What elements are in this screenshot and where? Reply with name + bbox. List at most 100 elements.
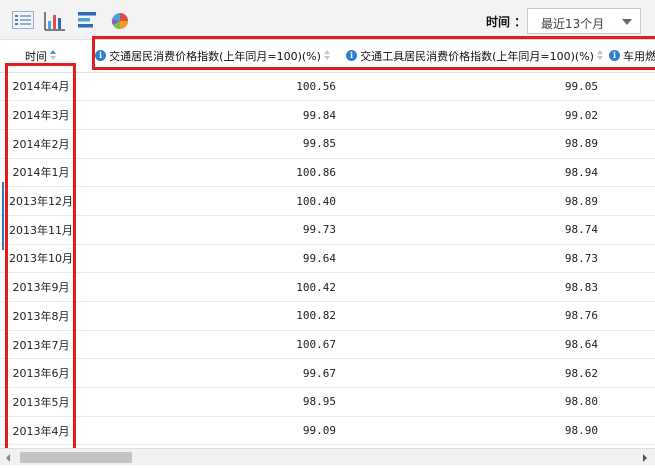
sort-icon[interactable] [596, 50, 604, 61]
column-header-content: i 交通工具居民消费价格指数(上年同月=100)(%) [344, 48, 606, 64]
left-edge-marker [2, 182, 4, 250]
value-cell: 100.86 [82, 158, 344, 188]
table-row[interactable]: 2013年9月 100.42 98.83 [0, 272, 655, 302]
table-row[interactable]: 2013年4月 99.09 98.90 [0, 416, 655, 446]
horizontal-scrollbar[interactable] [0, 448, 655, 465]
value-cell: 100.82 [82, 301, 344, 331]
value-cell: 98.89 [344, 186, 606, 216]
time-filter-label: 时间 ： [486, 15, 527, 29]
info-icon[interactable]: i [95, 50, 107, 62]
date-cell: 2014年1月 [0, 158, 82, 188]
scroll-left-arrow-icon[interactable] [6, 454, 10, 462]
value-cell [606, 72, 655, 102]
value-cell: 98.74 [344, 215, 606, 245]
column-header-3[interactable]: i车用燃料 [606, 40, 655, 73]
table-row[interactable]: 2013年11月 99.73 98.74 [0, 215, 655, 245]
value-cell: 100.42 [82, 272, 344, 302]
date-cell: 2013年10月 [0, 244, 82, 274]
table-row[interactable]: 2013年7月 100.67 98.64 [0, 330, 655, 360]
value-cell: 99.64 [82, 244, 344, 274]
value-cell: 99.05 [344, 72, 606, 102]
info-icon[interactable]: i [609, 50, 620, 62]
value-cell: 98.64 [344, 330, 606, 360]
column-header-content: i 交通居民消费价格指数(上年同月=100)(%) [82, 48, 344, 64]
sort-icon[interactable] [50, 50, 57, 61]
value-cell [606, 301, 655, 331]
value-cell: 99.67 [82, 358, 344, 389]
value-cell [606, 416, 655, 446]
date-cell: 2014年3月 [0, 100, 82, 130]
value-cell [606, 158, 655, 188]
date-cell: 2013年9月 [0, 272, 82, 302]
table-row[interactable]: 2013年5月 98.95 98.80 [0, 387, 655, 417]
column-header-label: 交通工具居民消费价格指数(上年同月=100)(%) [360, 49, 594, 63]
value-cell [606, 129, 655, 159]
table-header-row: 时间 i 交通居民消费价格指数(上年同月=100)(%) i 交通工具居民消费价格指数(… [0, 40, 655, 73]
value-cell: 100.40 [82, 186, 344, 216]
table-row[interactable]: 2014年2月 99.85 98.89 [0, 129, 655, 159]
chevron-down-icon[interactable] [622, 19, 632, 25]
data-table: 时间 i 交通居民消费价格指数(上年同月=100)(%) i 交通工具居民消费价格指数(… [0, 40, 655, 446]
value-cell: 98.90 [344, 416, 606, 446]
date-cell: 2013年12月 [0, 186, 82, 216]
column-header-1[interactable]: i 交通居民消费价格指数(上年同月=100)(%) [82, 40, 344, 73]
scrollbar-thumb[interactable] [20, 452, 132, 463]
time-range-value: 最近13个月 [541, 17, 605, 31]
value-cell: 98.95 [82, 387, 344, 417]
table-row[interactable]: 2013年8月 100.82 98.76 [0, 301, 655, 331]
sort-icon[interactable] [323, 50, 331, 61]
column-header-label: 车用燃料 [623, 49, 655, 63]
value-cell [606, 215, 655, 245]
value-cell: 99.02 [344, 100, 606, 130]
value-cell [606, 272, 655, 302]
value-cell: 100.67 [82, 330, 344, 360]
value-cell [606, 244, 655, 274]
column-header-content: 时间 [0, 48, 82, 64]
scroll-right-arrow-icon[interactable] [643, 454, 647, 462]
value-cell: 99.84 [82, 100, 344, 130]
table-row[interactable]: 2014年1月 100.86 98.94 [0, 158, 655, 188]
value-cell: 99.85 [82, 129, 344, 159]
value-cell [606, 358, 655, 389]
value-cell: 98.83 [344, 272, 606, 302]
value-cell [606, 387, 655, 417]
column-header-0[interactable]: 时间 [0, 40, 82, 73]
value-cell [606, 330, 655, 360]
date-cell: 2013年5月 [0, 387, 82, 417]
value-cell: 98.89 [344, 129, 606, 159]
value-cell: 98.73 [344, 244, 606, 274]
date-cell: 2014年2月 [0, 129, 82, 159]
date-cell: 2013年11月 [0, 215, 82, 245]
time-range-select[interactable]: 最近13个月 [527, 8, 641, 34]
pie-chart-icon[interactable] [110, 11, 132, 31]
data-table-container: 时间 i 交通居民消费价格指数(上年同月=100)(%) i 交通工具居民消费价格指数(… [0, 40, 655, 448]
table-view-icon[interactable] [12, 11, 34, 31]
value-cell: 98.76 [344, 301, 606, 331]
date-cell: 2013年4月 [0, 416, 82, 446]
date-cell: 2014年4月 [0, 72, 82, 102]
value-cell: 98.80 [344, 387, 606, 417]
column-header-label: 交通居民消费价格指数(上年同月=100)(%) [109, 49, 321, 63]
table-row[interactable]: 2014年4月 100.56 99.05 [0, 72, 655, 102]
table-body: 2014年4月 100.56 99.05 2014年3月 99.84 99.02 2014年… [0, 72, 655, 446]
date-cell: 2013年7月 [0, 330, 82, 360]
table-row[interactable]: 2013年12月 100.40 98.89 [0, 186, 655, 216]
value-cell [606, 186, 655, 216]
info-icon[interactable]: i [346, 50, 358, 62]
value-cell: 99.09 [82, 416, 344, 446]
date-cell: 2013年6月 [0, 358, 82, 389]
horizontal-bar-chart-icon[interactable] [77, 11, 99, 31]
column-header-2[interactable]: i 交通工具居民消费价格指数(上年同月=100)(%) [344, 40, 606, 73]
date-cell: 2013年8月 [0, 301, 82, 331]
column-header-content: i车用燃料 [606, 48, 655, 64]
table-row[interactable]: 2013年10月 99.64 98.73 [0, 244, 655, 274]
value-cell: 98.94 [344, 158, 606, 188]
value-cell: 100.56 [82, 72, 344, 102]
table-row[interactable]: 2014年3月 99.84 99.02 [0, 100, 655, 130]
bar-chart-icon[interactable] [44, 11, 66, 31]
toolbar: 时间 ： 最近13个月 [0, 0, 655, 40]
column-header-label: 时间 [25, 49, 47, 63]
table-row[interactable]: 2013年6月 99.67 98.62 [0, 358, 655, 389]
table-header: 时间 i 交通居民消费价格指数(上年同月=100)(%) i 交通工具居民消费价格指数(… [0, 40, 655, 73]
value-cell: 99.73 [82, 215, 344, 245]
